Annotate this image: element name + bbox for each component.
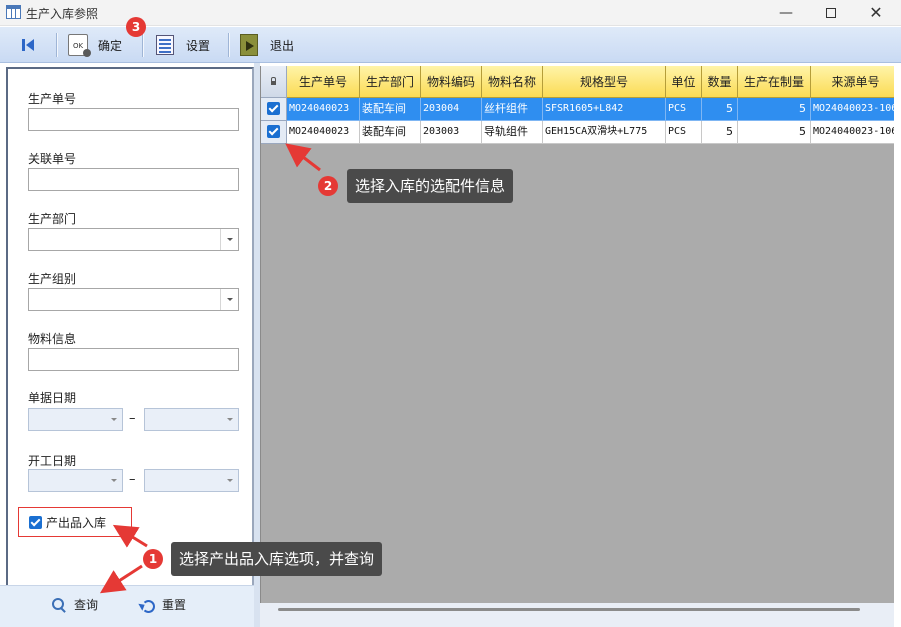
first-record-icon bbox=[22, 38, 36, 52]
cell-dept: 装配车间 bbox=[360, 98, 421, 121]
chevron-down-icon[interactable] bbox=[222, 470, 238, 491]
production-order-label: 生产单号 bbox=[28, 92, 77, 106]
department-select[interactable] bbox=[28, 228, 239, 251]
cell-code: 203004 bbox=[421, 98, 482, 121]
query-button[interactable]: 查询 bbox=[52, 596, 98, 613]
chevron-down-icon[interactable] bbox=[222, 409, 238, 430]
toolbar-separator bbox=[142, 33, 143, 57]
cell-qty: 5 bbox=[702, 98, 738, 121]
checkbox-checked-icon[interactable] bbox=[267, 125, 280, 138]
start-date-from[interactable] bbox=[28, 469, 123, 492]
row-checkbox[interactable] bbox=[261, 121, 287, 144]
table-row[interactable]: MO24040023 装配车间 203003 导轨组件 GEH15CA双滑块+L… bbox=[261, 121, 894, 144]
cell-name: 导轨组件 bbox=[482, 121, 543, 144]
reset-button[interactable]: 重置 bbox=[140, 596, 186, 613]
reset-label: 重置 bbox=[162, 598, 187, 612]
cell-unit: PCS bbox=[666, 98, 702, 121]
checkbox-checked-icon[interactable] bbox=[267, 102, 280, 115]
date-range-dash: – bbox=[129, 411, 136, 426]
maximize-icon bbox=[826, 8, 836, 18]
column-header-wip[interactable]: 生产在制量 bbox=[738, 66, 811, 98]
first-record-button[interactable] bbox=[18, 31, 36, 59]
column-header-dept[interactable]: 生产部门 bbox=[360, 66, 421, 98]
cell-qty: 5 bbox=[702, 121, 738, 144]
output-inbound-label: 产出品入库 bbox=[46, 515, 107, 530]
cell-unit: PCS bbox=[666, 121, 702, 144]
query-label: 查询 bbox=[74, 598, 99, 612]
production-order-input[interactable] bbox=[28, 108, 239, 131]
group-label: 生产组别 bbox=[28, 272, 77, 286]
output-inbound-checkbox[interactable]: 产出品入库 bbox=[18, 507, 132, 537]
step2-callout: 选择入库的选配件信息 bbox=[347, 169, 514, 203]
checkbox-checked-icon[interactable] bbox=[29, 515, 42, 529]
material-info-input[interactable] bbox=[28, 348, 239, 371]
cell-spec: GEH15CA双滑块+L775 bbox=[543, 121, 666, 144]
cell-wip: 5 bbox=[738, 98, 811, 121]
step1-callout: 选择产出品入库选项，并查询 bbox=[171, 542, 383, 576]
chevron-down-icon[interactable] bbox=[220, 289, 238, 310]
settings-button[interactable]: 设置 bbox=[156, 31, 210, 59]
search-icon bbox=[52, 597, 66, 612]
query-bar: 查询 重置 bbox=[0, 585, 260, 627]
undo-icon bbox=[140, 598, 155, 613]
step-badge-3: 3 bbox=[126, 17, 146, 37]
cell-dept: 装配车间 bbox=[360, 121, 421, 144]
grid-footer bbox=[260, 603, 894, 627]
toolbar-separator bbox=[56, 33, 57, 57]
chevron-down-icon[interactable] bbox=[106, 470, 122, 491]
department-label: 生产部门 bbox=[28, 212, 77, 226]
group-select[interactable] bbox=[28, 288, 239, 311]
cell-spec: SFSR1605+L842 bbox=[543, 98, 666, 121]
app-table-icon bbox=[6, 5, 21, 19]
lock-column-header[interactable] bbox=[261, 66, 287, 98]
table-row[interactable]: MO24040023 装配车间 203004 丝杆组件 SFSR1605+L84… bbox=[261, 98, 894, 121]
data-grid: 生产单号 生产部门 物料编码 物料名称 规格型号 单位 数量 生产在制量 来源单… bbox=[260, 66, 894, 603]
column-header-order[interactable]: 生产单号 bbox=[287, 66, 360, 98]
maximize-button[interactable] bbox=[809, 0, 853, 26]
row-checkbox[interactable] bbox=[261, 98, 287, 121]
settings-label: 设置 bbox=[186, 38, 211, 53]
cell-source: MO24040023-106 bbox=[811, 98, 894, 121]
close-button[interactable]: ✕ bbox=[854, 0, 898, 26]
confirm-label: 确定 bbox=[98, 38, 123, 53]
cell-order: MO24040023 bbox=[287, 98, 360, 121]
exit-button[interactable]: 退出 bbox=[240, 31, 294, 59]
column-header-spec[interactable]: 规格型号 bbox=[543, 66, 666, 98]
chevron-down-icon[interactable] bbox=[106, 409, 122, 430]
document-date-label: 单据日期 bbox=[28, 391, 77, 405]
chevron-down-icon[interactable] bbox=[220, 229, 238, 250]
column-header-code[interactable]: 物料编码 bbox=[421, 66, 482, 98]
related-order-label: 关联单号 bbox=[28, 152, 77, 166]
column-header-unit[interactable]: 单位 bbox=[666, 66, 702, 98]
column-header-source[interactable]: 来源单号 bbox=[811, 66, 894, 98]
start-date-to[interactable] bbox=[144, 469, 239, 492]
cell-name: 丝杆组件 bbox=[482, 98, 543, 121]
document-date-to[interactable] bbox=[144, 408, 239, 431]
filter-panel: 生产单号 关联单号 生产部门 生产组别 物料信息 单据日期 – 开工日期 – 产… bbox=[6, 67, 254, 585]
document-date-from[interactable] bbox=[28, 408, 123, 431]
material-info-label: 物料信息 bbox=[28, 332, 77, 346]
cell-code: 203003 bbox=[421, 121, 482, 144]
horizontal-scrollbar[interactable] bbox=[278, 608, 860, 611]
exit-label: 退出 bbox=[270, 38, 295, 53]
step-badge-1: 1 bbox=[143, 549, 163, 569]
cell-order: MO24040023 bbox=[287, 121, 360, 144]
ok-icon: OK bbox=[68, 34, 91, 57]
exit-door-icon bbox=[240, 34, 258, 56]
minimize-button[interactable]: — bbox=[764, 0, 808, 26]
window-title: 生产入库参照 bbox=[26, 7, 99, 21]
confirm-button[interactable]: OK 确定 bbox=[68, 31, 122, 59]
column-header-name[interactable]: 物料名称 bbox=[482, 66, 543, 98]
settings-icon bbox=[156, 35, 174, 55]
step-badge-2: 2 bbox=[318, 176, 338, 196]
lock-icon bbox=[271, 77, 276, 85]
date-range-dash: – bbox=[129, 472, 136, 487]
cell-source: MO24040023-106 bbox=[811, 121, 894, 144]
toolbar-separator bbox=[228, 33, 229, 57]
column-header-qty[interactable]: 数量 bbox=[702, 66, 738, 98]
cell-wip: 5 bbox=[738, 121, 811, 144]
grid-header: 生产单号 生产部门 物料编码 物料名称 规格型号 单位 数量 生产在制量 来源单… bbox=[261, 66, 894, 98]
related-order-input[interactable] bbox=[28, 168, 239, 191]
start-date-label: 开工日期 bbox=[28, 454, 77, 468]
